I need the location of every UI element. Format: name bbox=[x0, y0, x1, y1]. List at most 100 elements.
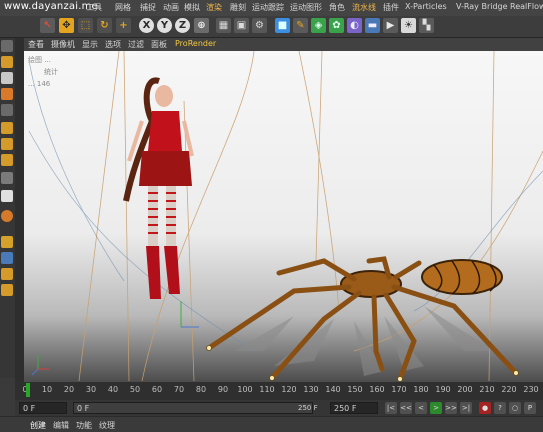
pen-icon[interactable]: ✎ bbox=[293, 18, 308, 33]
coordinate-system-icon[interactable]: ⊕ bbox=[194, 18, 209, 33]
spider-leg bbox=[276, 258, 357, 282]
viewport-3d[interactable]: 绘图 ... 统计 ... 146 bbox=[24, 51, 543, 382]
subdivision-icon[interactable]: ◈ bbox=[311, 18, 326, 33]
select-arrow-icon[interactable]: ↖ bbox=[40, 18, 55, 33]
character-skirt bbox=[139, 151, 192, 186]
render-region-icon[interactable]: ▦ bbox=[216, 18, 231, 33]
menu-render[interactable]: 渲染 bbox=[206, 2, 222, 13]
x-axis-icon[interactable]: X bbox=[139, 18, 154, 33]
keyframe-selection-button[interactable]: ○ bbox=[509, 402, 521, 414]
tick: 90 bbox=[217, 385, 229, 394]
tick: 60 bbox=[151, 385, 163, 394]
deformer-icon[interactable]: ◐ bbox=[347, 18, 362, 33]
curve bbox=[298, 51, 340, 312]
axis-mode-icon[interactable] bbox=[1, 172, 13, 184]
main-toolbar: ↖ ✥ ⬚ ↻ + X Y Z ⊕ ▦ ▣ ⚙ ■ ✎ ◈ ✿ ◐ ▬ ▶ ☀ … bbox=[0, 16, 543, 38]
menu-pipeline[interactable]: 流水线 bbox=[352, 2, 376, 13]
vm-view[interactable]: 查看 bbox=[28, 39, 44, 50]
y-axis-icon[interactable]: Y bbox=[157, 18, 172, 33]
symmetry-icon[interactable] bbox=[1, 284, 13, 296]
autokey-button[interactable]: ? bbox=[494, 402, 506, 414]
point-mode-icon[interactable] bbox=[1, 154, 13, 166]
play-button[interactable]: > bbox=[430, 402, 442, 414]
menu-simulate[interactable]: 模拟 bbox=[184, 2, 200, 13]
menu-animate[interactable]: 动画 bbox=[163, 2, 179, 13]
curve bbox=[353, 150, 543, 352]
tick: 150 bbox=[347, 385, 363, 394]
vm-prorender[interactable]: ProRender bbox=[175, 39, 216, 48]
tick: 40 bbox=[107, 385, 119, 394]
menu-sculpt[interactable]: 雕刻 bbox=[230, 2, 246, 13]
render-view-icon[interactable]: ▣ bbox=[234, 18, 249, 33]
record-button[interactable]: ● bbox=[479, 402, 491, 414]
vm-panel[interactable]: 面板 bbox=[151, 39, 167, 50]
tick: 180 bbox=[413, 385, 429, 394]
menu-realflow[interactable]: RealFlow bbox=[510, 2, 543, 11]
go-start-button[interactable]: |< bbox=[385, 402, 397, 414]
timeline-ruler[interactable]: 0 10 20 30 40 50 60 70 80 90 100 110 120… bbox=[15, 382, 543, 400]
scale-icon[interactable]: ⬚ bbox=[78, 18, 93, 33]
workplane-icon[interactable] bbox=[1, 104, 13, 116]
z-axis-icon[interactable]: Z bbox=[175, 18, 190, 33]
go-end-button[interactable]: >| bbox=[460, 402, 472, 414]
edge-mode-icon[interactable] bbox=[1, 138, 13, 150]
solo-icon[interactable] bbox=[1, 210, 13, 222]
vm-display[interactable]: 显示 bbox=[82, 39, 98, 50]
tab-texture[interactable]: 纹理 bbox=[99, 420, 115, 431]
menu-tools[interactable]: 工具 bbox=[86, 2, 102, 13]
make-editable-icon[interactable] bbox=[1, 40, 13, 52]
menu-motion-tracking[interactable]: 运动跟踪 bbox=[252, 2, 284, 13]
tab-create[interactable]: 创建 bbox=[30, 420, 46, 431]
prev-key-button[interactable]: << bbox=[400, 402, 412, 414]
points-mode-icon[interactable] bbox=[1, 56, 13, 68]
vm-options[interactable]: 选项 bbox=[105, 39, 121, 50]
move-icon[interactable]: ✥ bbox=[59, 18, 74, 33]
render-settings-icon[interactable]: ⚙ bbox=[252, 18, 267, 33]
vm-cameras[interactable]: 摄像机 bbox=[51, 39, 75, 50]
tick: 210 bbox=[479, 385, 495, 394]
next-key-button[interactable]: >> bbox=[445, 402, 457, 414]
tick: 20 bbox=[63, 385, 75, 394]
tick: 130 bbox=[303, 385, 319, 394]
frame-range-slider[interactable]: 0 F bbox=[73, 402, 313, 414]
curve bbox=[315, 51, 323, 262]
tab-function[interactable]: 功能 bbox=[76, 420, 92, 431]
parameter-key-button[interactable]: P bbox=[524, 402, 536, 414]
floor-icon[interactable]: ▬ bbox=[365, 18, 380, 33]
character-boot-right bbox=[164, 246, 180, 294]
add-icon[interactable]: + bbox=[116, 18, 131, 33]
start-frame-field[interactable]: 0 F bbox=[19, 402, 67, 414]
rotate-icon[interactable]: ↻ bbox=[97, 18, 112, 33]
menu-vray-bridge[interactable]: V-Ray Bridge bbox=[456, 2, 508, 11]
menu-character[interactable]: 角色 bbox=[329, 2, 345, 13]
cube-icon[interactable]: ■ bbox=[275, 18, 290, 33]
viewport-edge bbox=[15, 38, 24, 382]
tick: 0 bbox=[22, 385, 28, 394]
model-mode-icon[interactable] bbox=[1, 72, 13, 84]
checker-icon[interactable]: ▚ bbox=[419, 18, 434, 33]
light-icon[interactable]: ☀ bbox=[401, 18, 416, 33]
character-torso bbox=[148, 111, 182, 151]
vm-filter[interactable]: 过滤 bbox=[128, 39, 144, 50]
snap-icon[interactable] bbox=[1, 236, 13, 248]
menu-mesh[interactable]: 网格 bbox=[115, 2, 131, 13]
array-icon[interactable]: ✿ bbox=[329, 18, 344, 33]
lock-workplane-icon[interactable] bbox=[1, 252, 13, 264]
step-back-button[interactable]: < bbox=[415, 402, 427, 414]
timeline-playhead[interactable] bbox=[26, 383, 30, 397]
polygon-mode-icon[interactable] bbox=[1, 122, 13, 134]
tick: 230 bbox=[523, 385, 539, 394]
tab-edit[interactable]: 编辑 bbox=[53, 420, 69, 431]
camera-icon[interactable]: ▶ bbox=[383, 18, 398, 33]
menu-snap[interactable]: 捕捉 bbox=[140, 2, 156, 13]
tick: 170 bbox=[391, 385, 407, 394]
blue-curves bbox=[28, 60, 543, 352]
spider-leg bbox=[393, 260, 422, 280]
menu-plugins[interactable]: 插件 bbox=[383, 2, 399, 13]
texture-mode-icon[interactable] bbox=[1, 88, 13, 100]
tweak-icon[interactable] bbox=[1, 190, 13, 202]
menu-x-particles[interactable]: X-Particles bbox=[405, 2, 447, 11]
grid-icon[interactable] bbox=[1, 268, 13, 280]
end-frame-field[interactable]: 250 F bbox=[330, 402, 378, 414]
menu-mograph[interactable]: 运动图形 bbox=[290, 2, 322, 13]
